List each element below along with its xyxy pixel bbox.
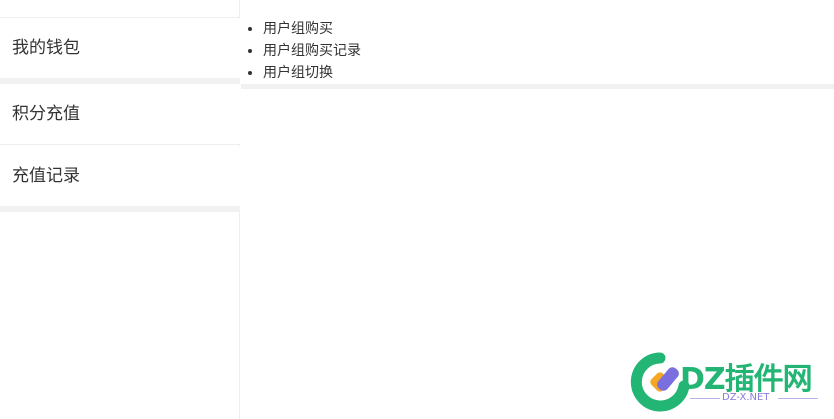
sidebar: 我的钱包 积分充值 充值记录	[0, 0, 240, 419]
usergroup-buy-link[interactable]: 用户组购买	[263, 18, 361, 40]
divider	[690, 398, 720, 399]
sidebar-item-my-wallet[interactable]: 我的钱包	[0, 18, 240, 78]
sidebar-item-points-recharge[interactable]: 积分充值	[0, 84, 240, 145]
watermark-logo: DZ插件网 DZ-X.NET	[630, 352, 830, 412]
sidebar-item-recharge-records[interactable]: 充值记录	[0, 146, 240, 206]
page: 我的钱包 积分充值 充值记录 用户组购买 用户组购买记录 用户组切换 DZ插件网…	[0, 0, 834, 419]
usergroup-menu: 用户组购买 用户组购买记录 用户组切换	[241, 18, 361, 84]
watermark-subtitle: DZ-X.NET	[722, 392, 770, 403]
usergroup-switch-link[interactable]: 用户组切换	[263, 62, 361, 84]
section-separator	[0, 206, 240, 212]
section-separator	[241, 84, 834, 89]
divider	[778, 398, 818, 399]
usergroup-purchase-records-link[interactable]: 用户组购买记录	[263, 40, 361, 62]
